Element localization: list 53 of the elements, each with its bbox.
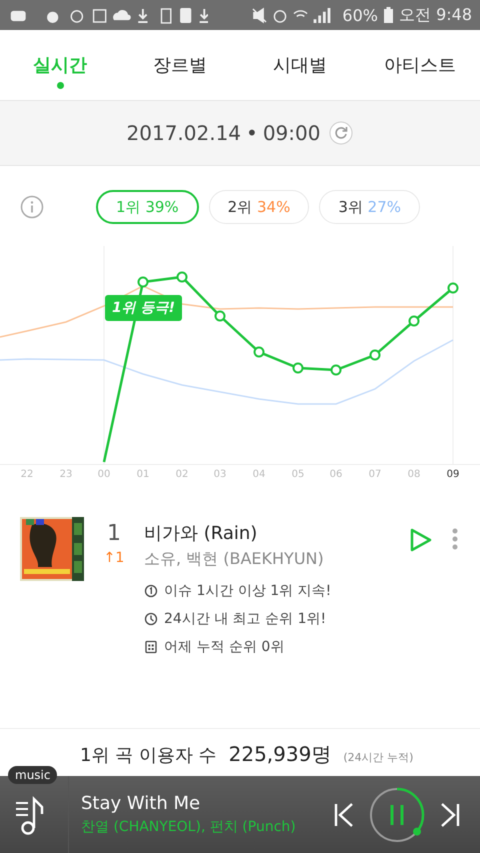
timer-icon	[144, 584, 158, 598]
data-point	[370, 350, 380, 360]
rank-filter-chip[interactable]: 3위 27%	[319, 190, 420, 224]
axis-label: 07	[368, 469, 382, 480]
chart-time: 09:00	[262, 121, 320, 145]
rank-change: ↑1	[104, 550, 124, 566]
rank-number: 1	[107, 521, 121, 546]
chart-date: 2017.02.14	[126, 121, 242, 145]
data-point	[408, 316, 420, 326]
axis-label: 08	[406, 469, 422, 480]
info-icon[interactable]	[20, 195, 44, 219]
calendar-icon	[144, 640, 158, 654]
app-badge: music	[8, 766, 58, 784]
chart-tab[interactable]: 시대별	[240, 30, 360, 100]
axis-label: 23	[58, 469, 74, 480]
battery-icon	[384, 7, 393, 23]
axis-label: 00	[96, 469, 112, 480]
data-point	[292, 362, 304, 374]
listener-count: 225,939명	[228, 741, 332, 768]
axis-label: 22	[20, 469, 34, 480]
axis-label: 09	[446, 469, 460, 480]
chart-fact: 어제 누적 순위 0위	[164, 638, 284, 656]
data-point	[176, 272, 188, 282]
data-point	[214, 310, 226, 322]
battery-percent: 60%	[342, 6, 378, 24]
now-playing-title[interactable]: Stay With Me	[81, 793, 332, 814]
clock-icon	[144, 612, 158, 626]
rank-filter-chip[interactable]: 2위 34%	[208, 190, 310, 224]
play-icon[interactable]	[409, 527, 433, 553]
chart-fact: 24시간 내 최고 순위 1위!	[164, 610, 326, 628]
song-title[interactable]: 비가와 (Rain)	[144, 521, 332, 545]
data-point	[448, 282, 458, 294]
chart-tab[interactable]: 장르별	[120, 30, 240, 100]
axis-label: 04	[252, 469, 266, 480]
refresh-icon[interactable]	[329, 121, 354, 145]
data-point	[138, 276, 148, 288]
chart-tab[interactable]: 아티스트	[360, 30, 480, 100]
axis-label: 03	[212, 469, 228, 480]
data-point	[254, 346, 264, 358]
stats-label: 1위 곡 이용자 수	[80, 744, 217, 767]
data-point	[330, 364, 342, 376]
axis-label: 01	[136, 469, 150, 480]
axis-label: 02	[174, 469, 190, 480]
separator-dot: •	[246, 121, 258, 145]
song-artist[interactable]: 소유, 백현 (BAEKHYUN)	[144, 549, 332, 570]
axis-label: 05	[290, 469, 306, 480]
axis-label: 06	[328, 469, 344, 480]
stats-note: (24시간 누적)	[343, 750, 414, 765]
chart-fact: 이슈 1시간 이상 1위 지속!	[164, 582, 332, 600]
clock-time: 오전 9:48	[398, 4, 472, 26]
now-playing-artist[interactable]: 찬열 (CHANYEOL), 펀치 (Punch)	[81, 818, 332, 836]
more-icon[interactable]	[452, 528, 458, 550]
rank-up-tag: 1위 등극!	[105, 295, 182, 321]
